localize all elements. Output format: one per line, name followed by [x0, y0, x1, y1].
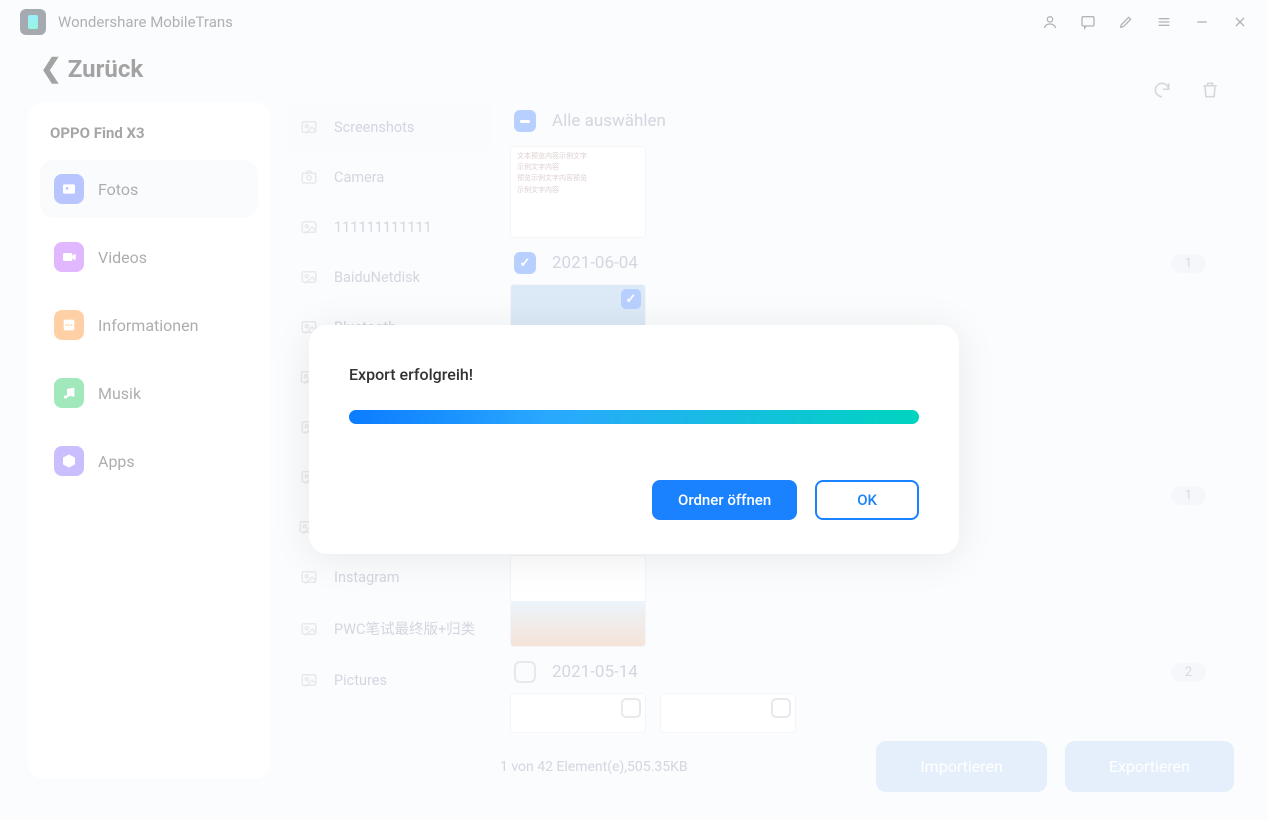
export-success-dialog: Export erfolgreih! Ordner öffnen OK: [309, 325, 959, 554]
dialog-title: Export erfolgreih!: [349, 365, 919, 384]
ok-button[interactable]: OK: [815, 480, 919, 520]
progress-bar: [349, 410, 919, 424]
open-folder-button[interactable]: Ordner öffnen: [652, 480, 797, 520]
dialog-actions: Ordner öffnen OK: [349, 480, 919, 520]
